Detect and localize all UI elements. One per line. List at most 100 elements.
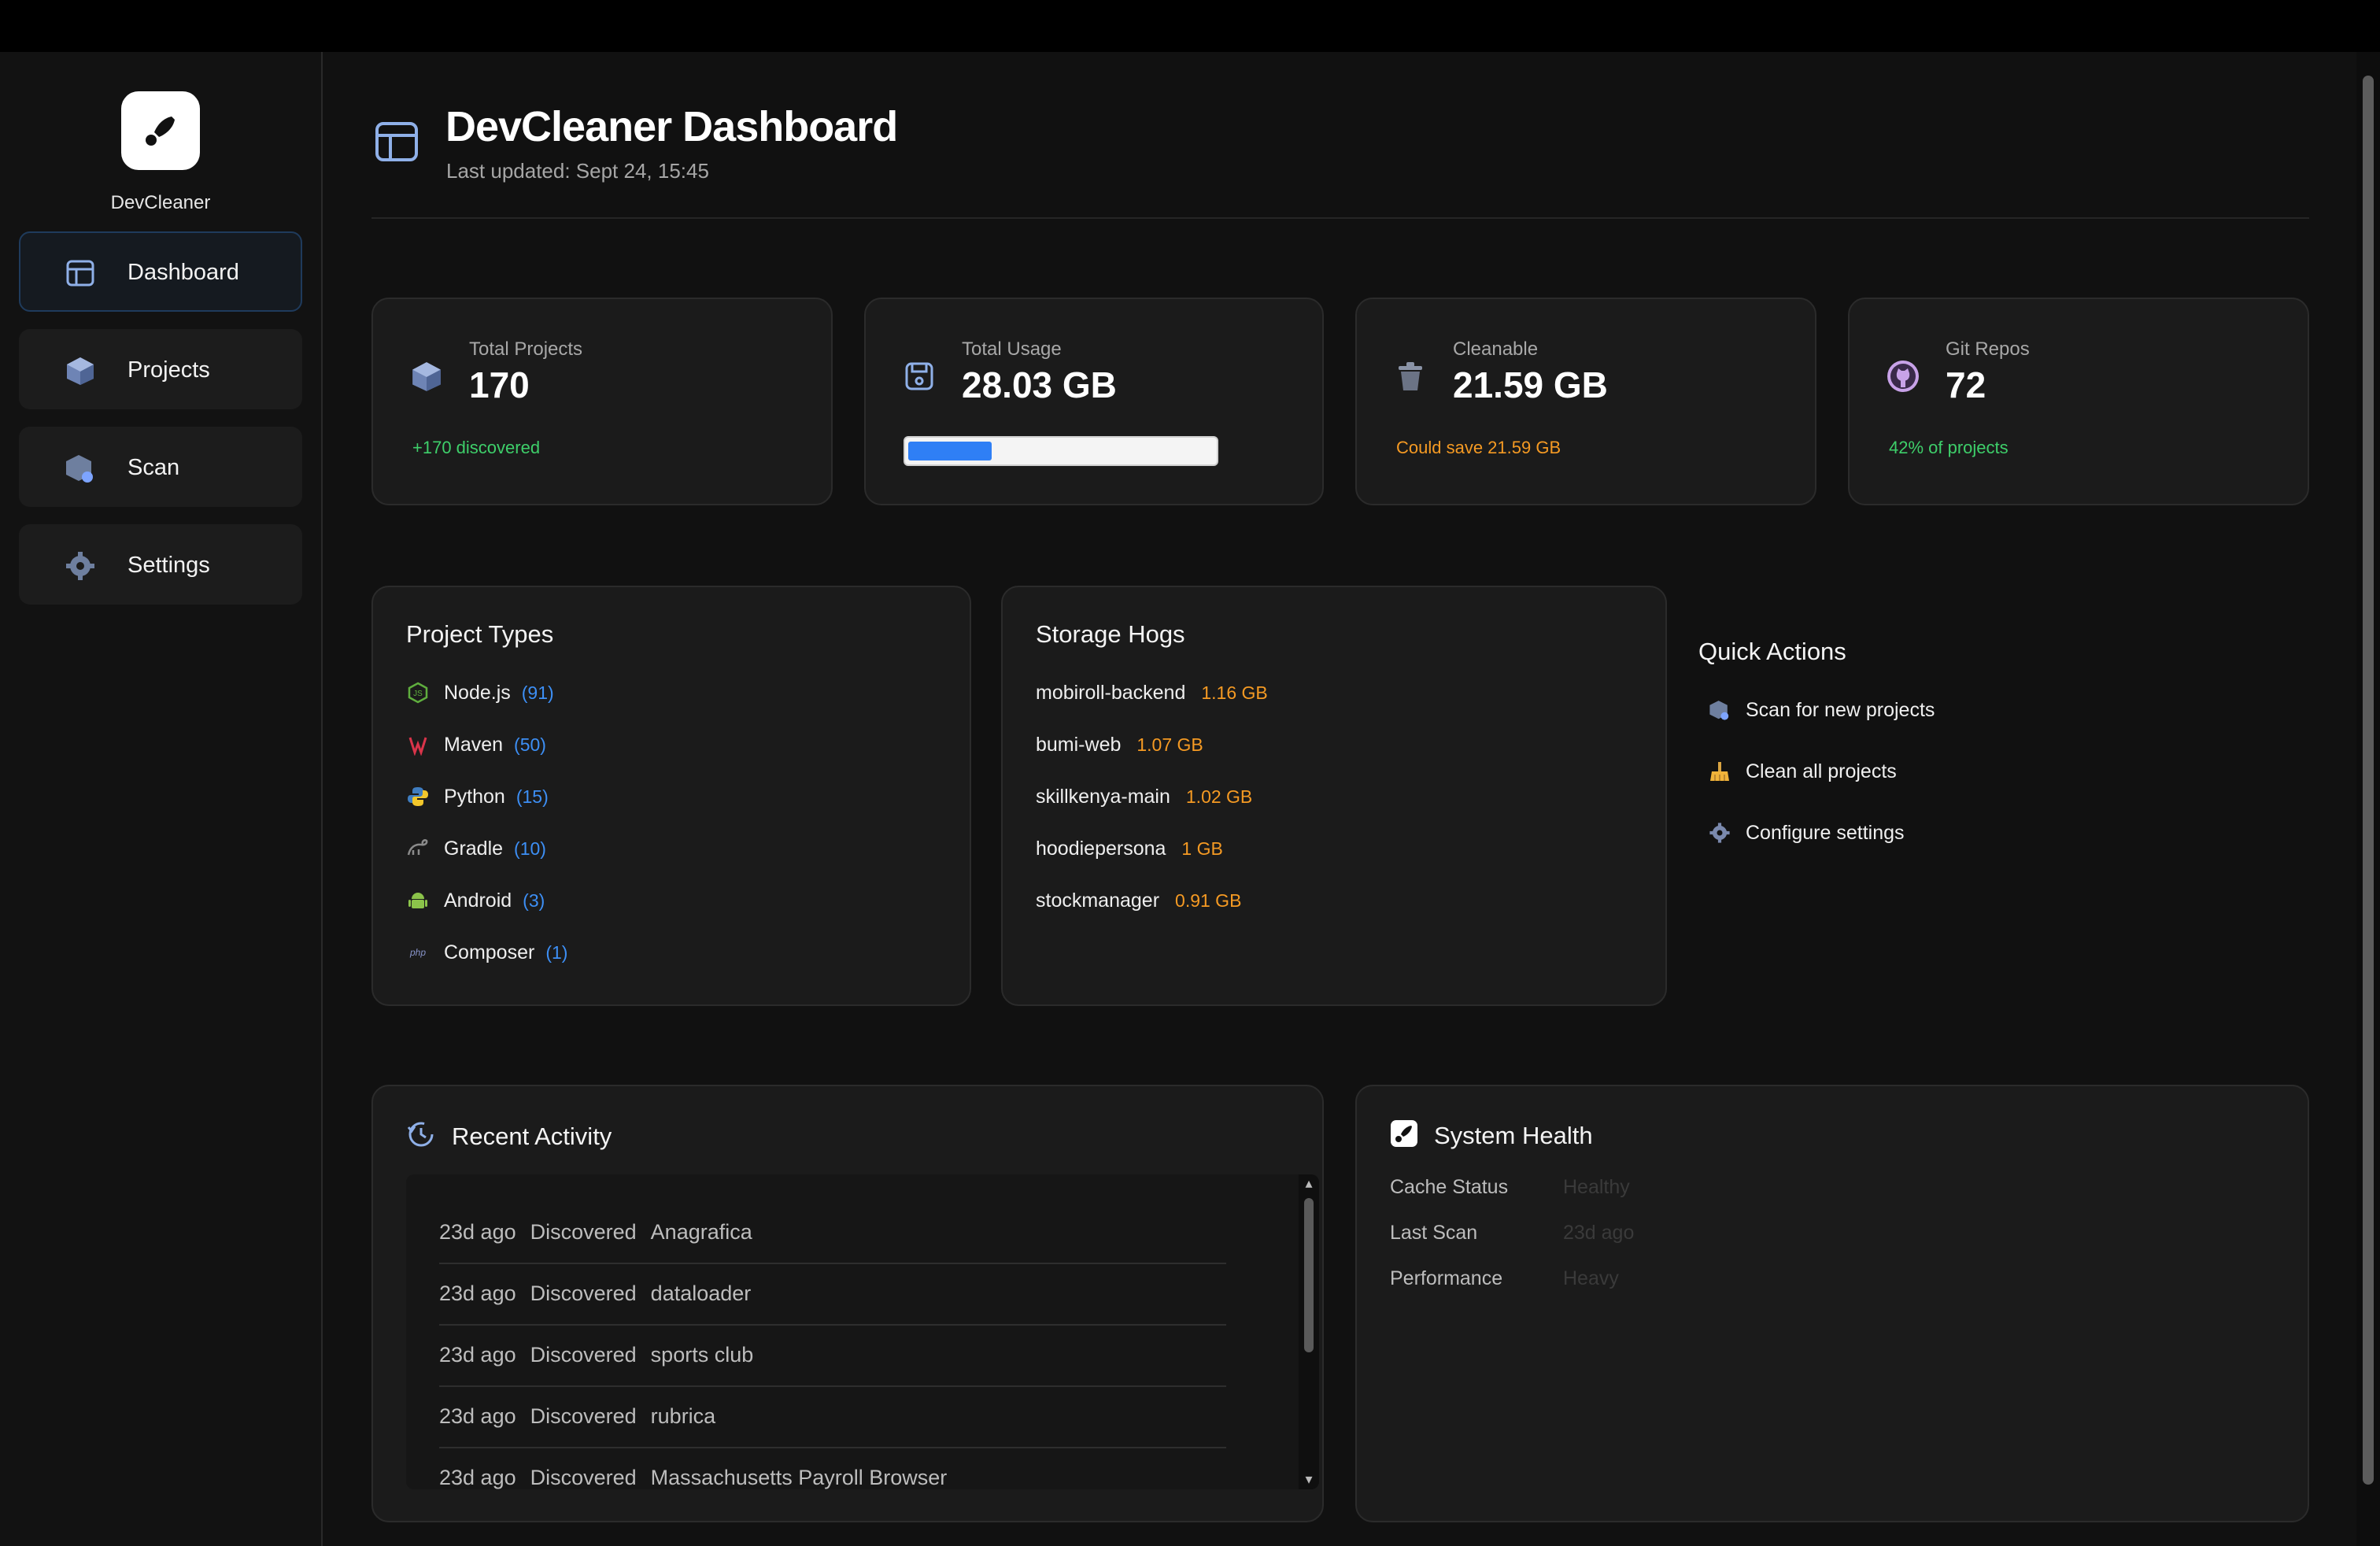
project-size: 1 GB <box>1181 838 1223 859</box>
page-scrollbar[interactable] <box>2356 52 2380 1546</box>
sidebar-item-dashboard[interactable]: Dashboard <box>19 231 302 312</box>
activity-action: Discovered <box>530 1342 637 1367</box>
stat-label: Cleanable <box>1453 338 1539 360</box>
project-size: 1.07 GB <box>1136 734 1203 755</box>
activity-time: 23d ago <box>439 1404 516 1428</box>
activity-time: 23d ago <box>439 1342 516 1367</box>
project-type-count: (15) <box>516 786 549 807</box>
system-health-panel: System Health Cache Status Healthy Last … <box>1355 1085 2309 1522</box>
list-item[interactable]: Python (15) <box>406 781 549 812</box>
divider <box>371 217 2309 219</box>
activity-action: Discovered <box>530 1465 637 1489</box>
health-label: Performance <box>1390 1267 1503 1289</box>
project-name: hoodiepersona <box>1036 837 1166 860</box>
main-content: DevCleaner Dashboard Last updated: Sept … <box>323 52 2345 1546</box>
activity-time: 23d ago <box>439 1465 516 1489</box>
sidebar-item-scan[interactable]: Scan <box>19 427 302 507</box>
usage-progress-bar <box>904 436 1218 466</box>
stat-card-cleanable: Cleanable 21.59 GB Could save 21.59 GB <box>1355 298 1816 505</box>
recent-activity-panel: Recent Activity 23d ago Discovered Anagr… <box>371 1085 1324 1522</box>
activity-target: rubrica <box>650 1404 716 1428</box>
stat-subtext: Could save 21.59 GB <box>1396 438 1561 457</box>
activity-row: 23d ago Discovered Massachusetts Payroll… <box>439 1447 1226 1489</box>
stat-card-total-projects: Total Projects 170 +170 discovered <box>371 298 833 505</box>
list-item[interactable]: bumi-web 1.07 GB <box>1036 729 1203 760</box>
health-value: Healthy <box>1563 1176 1630 1198</box>
activity-list[interactable]: 23d ago Discovered Anagrafica 23d ago Di… <box>406 1174 1319 1489</box>
activity-scrollbar[interactable]: ▴ ▾ <box>1299 1174 1319 1489</box>
scan-icon <box>1708 698 1731 722</box>
list-item[interactable]: skillkenya-main 1.02 GB <box>1036 781 1252 812</box>
system-health-header: System Health <box>1390 1119 1593 1152</box>
project-type-name: Gradle <box>444 837 504 860</box>
project-type-name: Composer <box>444 941 535 963</box>
list-item[interactable]: stockmanager 0.91 GB <box>1036 885 1241 916</box>
sidebar-item-projects[interactable]: Projects <box>19 329 302 409</box>
sidebar: DevCleaner Dashboard Projects Scan Setti… <box>0 52 323 1546</box>
project-name: mobiroll-backend <box>1036 681 1186 704</box>
php-icon: php <box>406 941 430 964</box>
stat-value: 21.59 GB <box>1453 364 1608 405</box>
broom-icon <box>1708 760 1731 783</box>
activity-row: 23d ago Discovered Anagrafica <box>439 1201 1226 1264</box>
sidebar-item-settings[interactable]: Settings <box>19 524 302 605</box>
rocket-icon <box>146 117 175 146</box>
sidebar-item-label: Projects <box>128 357 210 383</box>
history-icon <box>406 1119 436 1153</box>
svg-text:JS: JS <box>413 690 423 698</box>
project-type-name: Maven <box>444 733 504 756</box>
activity-action: Discovered <box>530 1281 637 1305</box>
project-type-name: Android <box>444 889 512 912</box>
health-value: Heavy <box>1563 1267 1619 1289</box>
panel-title: Project Types <box>406 620 554 648</box>
layout-icon <box>65 257 96 289</box>
clean-all-button[interactable]: Clean all projects <box>1708 756 1897 787</box>
svg-text:php: php <box>409 947 426 958</box>
activity-target: dataloader <box>650 1281 752 1305</box>
stat-label: Total Usage <box>962 338 1062 360</box>
activity-row: 23d ago Discovered dataloader <box>439 1263 1226 1326</box>
list-item[interactable]: Maven (50) <box>406 729 546 760</box>
stat-subtext: 42% of projects <box>1889 438 2009 457</box>
scan-projects-button[interactable]: Scan for new projects <box>1708 694 1935 726</box>
list-item[interactable]: hoodiepersona 1 GB <box>1036 833 1223 864</box>
activity-action: Discovered <box>530 1404 637 1428</box>
github-icon <box>1886 359 1920 394</box>
disk-icon <box>902 359 937 394</box>
scrollbar-thumb[interactable] <box>1304 1198 1314 1352</box>
window-top-bar <box>0 0 2380 52</box>
stat-label: Total Projects <box>469 338 583 360</box>
scan-icon <box>65 453 96 484</box>
page-title: DevCleaner Dashboard <box>445 103 898 150</box>
scrollbar-thumb[interactable] <box>2363 76 2374 1485</box>
gradle-icon <box>406 837 430 860</box>
activity-row: 23d ago Discovered rubrica <box>439 1385 1226 1448</box>
stat-card-git-repos: Git Repos 72 42% of projects <box>1848 298 2309 505</box>
list-item[interactable]: php Composer (1) <box>406 937 567 968</box>
panel-title: System Health <box>1434 1121 1593 1149</box>
activity-action: Discovered <box>530 1219 637 1244</box>
scroll-up-icon[interactable]: ▴ <box>1303 1176 1314 1190</box>
project-type-name: Node.js <box>444 681 511 704</box>
project-type-count: (10) <box>514 838 546 859</box>
health-label: Last Scan <box>1390 1222 1478 1244</box>
layout-icon <box>373 118 420 165</box>
activity-time: 23d ago <box>439 1281 516 1305</box>
android-icon <box>406 889 430 912</box>
rocket-icon <box>1390 1119 1418 1152</box>
list-item[interactable]: Android (3) <box>406 885 545 916</box>
activity-time: 23d ago <box>439 1219 516 1244</box>
activity-row: 23d ago Discovered sports club <box>439 1324 1226 1387</box>
activity-target: sports club <box>650 1342 754 1367</box>
gear-icon <box>1708 821 1731 845</box>
app-logo <box>121 91 200 170</box>
project-name: stockmanager <box>1036 889 1160 912</box>
list-item[interactable]: JS Node.js (91) <box>406 677 554 708</box>
activity-target: Massachusetts Payroll Browser <box>650 1465 948 1489</box>
scroll-down-icon[interactable]: ▾ <box>1303 1472 1314 1486</box>
project-size: 0.91 GB <box>1175 890 1242 911</box>
list-item[interactable]: Gradle (10) <box>406 833 546 864</box>
list-item[interactable]: mobiroll-backend 1.16 GB <box>1036 677 1268 708</box>
configure-settings-button[interactable]: Configure settings <box>1708 817 1905 849</box>
stat-value: 28.03 GB <box>962 364 1117 405</box>
